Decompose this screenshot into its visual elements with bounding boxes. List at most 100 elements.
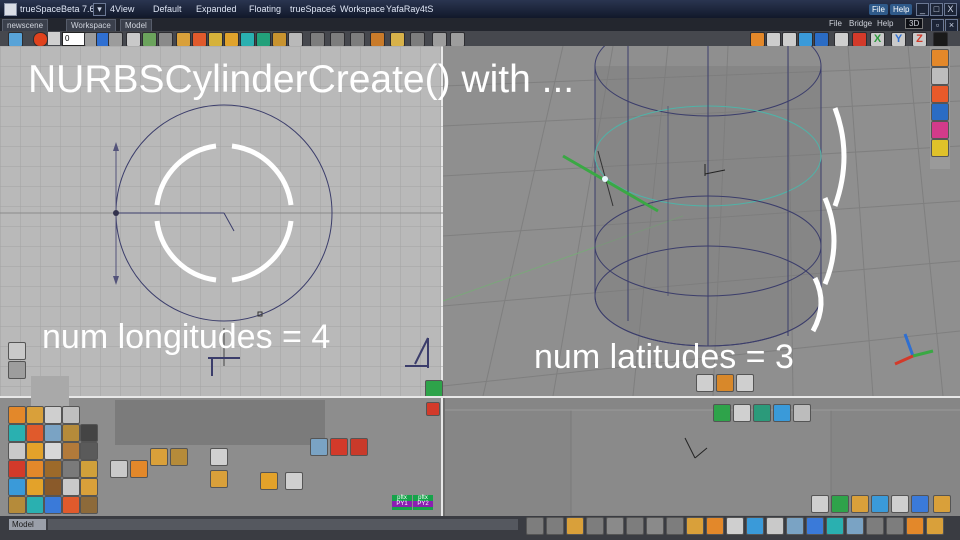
- dropdown-icon[interactable]: ▾: [93, 3, 106, 16]
- cam-icon[interactable]: [713, 404, 731, 422]
- snap-icon[interactable]: [410, 32, 425, 47]
- lib-icon[interactable]: [80, 460, 98, 478]
- brush-icon[interactable]: [142, 32, 157, 47]
- side-icon-1[interactable]: [8, 342, 26, 360]
- lib-object-icon[interactable]: [110, 460, 128, 478]
- strip-material-icon[interactable]: [931, 121, 949, 139]
- lib-icon[interactable]: [26, 460, 44, 478]
- axis-x-button[interactable]: X: [870, 32, 885, 47]
- frame-input[interactable]: 0: [62, 32, 86, 46]
- lib-object-icon[interactable]: [285, 472, 303, 490]
- cam-icon[interactable]: [773, 404, 791, 422]
- menu-bridge[interactable]: Bridge: [849, 19, 872, 28]
- bottom-tool-icon[interactable]: [766, 517, 784, 535]
- sphere-icon[interactable]: [240, 32, 255, 47]
- wand-icon[interactable]: [158, 32, 173, 47]
- bottom-tool-icon[interactable]: [626, 517, 644, 535]
- move-icon[interactable]: [310, 32, 325, 47]
- menu-help[interactable]: Help: [890, 4, 913, 15]
- lib-object-icon[interactable]: [210, 448, 228, 466]
- light-icon[interactable]: [852, 32, 867, 47]
- lib-object-icon[interactable]: [350, 438, 368, 456]
- lib-icon[interactable]: [26, 424, 44, 442]
- pyr-tag-2[interactable]: pftx PY2: [413, 495, 433, 510]
- layout-truespace6[interactable]: trueSpace6: [290, 4, 336, 14]
- side-icon-2[interactable]: [8, 361, 26, 379]
- pencil-icon[interactable]: [288, 32, 303, 47]
- expand-icon[interactable]: [933, 32, 948, 47]
- close-button[interactable]: X: [944, 3, 957, 16]
- list-icon[interactable]: [126, 32, 141, 47]
- menu-file[interactable]: File: [869, 4, 888, 15]
- menu-file-2[interactable]: File: [829, 19, 842, 28]
- layout-default[interactable]: Default: [153, 4, 182, 14]
- render-icon[interactable]: [798, 32, 813, 47]
- strip-color-icon[interactable]: [931, 139, 949, 157]
- cube-icon[interactable]: [814, 32, 829, 47]
- cam-icon[interactable]: [753, 404, 771, 422]
- bottom-tool-icon[interactable]: [706, 517, 724, 535]
- lib-icon[interactable]: [62, 496, 80, 514]
- lib-icon[interactable]: [8, 424, 26, 442]
- bottom-tool-icon[interactable]: [906, 517, 924, 535]
- viewport-bottom-icon[interactable]: [891, 495, 909, 513]
- lib-icon[interactable]: [8, 478, 26, 496]
- lib-object-icon[interactable]: [150, 448, 168, 466]
- material-icon[interactable]: [224, 32, 239, 47]
- step-forward-icon[interactable]: [108, 32, 123, 47]
- panel-close-icon[interactable]: [426, 402, 440, 416]
- scale-icon[interactable]: [350, 32, 365, 47]
- bottom-tool-icon[interactable]: [566, 517, 584, 535]
- lib-object-icon[interactable]: [260, 472, 278, 490]
- lib-icon[interactable]: [44, 478, 62, 496]
- object-icon[interactable]: [750, 32, 765, 47]
- lib-icon[interactable]: [44, 442, 62, 460]
- shape-icon[interactable]: [176, 32, 191, 47]
- lib-icon[interactable]: [44, 424, 62, 442]
- record-icon[interactable]: [33, 32, 48, 47]
- lib-object-icon[interactable]: [210, 470, 228, 488]
- bottom-tool-icon[interactable]: [606, 517, 624, 535]
- lib-icon[interactable]: [80, 424, 98, 442]
- texture-icon[interactable]: [208, 32, 223, 47]
- pyr-tag-1[interactable]: pftx PY1: [392, 495, 412, 510]
- undo-icon[interactable]: [432, 32, 447, 47]
- bottom-tool-icon[interactable]: [546, 517, 564, 535]
- bottom-tool-icon[interactable]: [686, 517, 704, 535]
- tool-icon[interactable]: [272, 32, 287, 47]
- lib-object-icon[interactable]: [130, 460, 148, 478]
- bottom-tool-icon[interactable]: [826, 517, 844, 535]
- rotate-icon[interactable]: [330, 32, 345, 47]
- lib-object-icon[interactable]: [310, 438, 328, 456]
- strip-object-icon[interactable]: [931, 49, 949, 67]
- lib-icon[interactable]: [44, 406, 62, 424]
- layout-yafaray[interactable]: YafaRay4tS: [386, 4, 433, 14]
- bottom-tool-icon[interactable]: [886, 517, 904, 535]
- grid-icon[interactable]: [8, 32, 23, 47]
- frame-spinner-icon[interactable]: [48, 32, 60, 45]
- bottom-tool-icon[interactable]: [586, 517, 604, 535]
- lib-icon[interactable]: [44, 496, 62, 514]
- strip-globe-icon[interactable]: [931, 103, 949, 121]
- bottom-tool-icon[interactable]: [786, 517, 804, 535]
- lib-icon[interactable]: [62, 424, 80, 442]
- cam-icon[interactable]: [793, 404, 811, 422]
- viewport-bottom-icon[interactable]: [933, 495, 951, 513]
- strip-sphere-icon[interactable]: [931, 67, 949, 85]
- lib-icon[interactable]: [44, 460, 62, 478]
- bottom-tool-icon[interactable]: [926, 517, 944, 535]
- bottom-tool-icon[interactable]: [746, 517, 764, 535]
- mode-3d[interactable]: 3D: [905, 18, 924, 29]
- lib-icon[interactable]: [62, 478, 80, 496]
- maximize-button[interactable]: □: [930, 3, 943, 16]
- lib-icon[interactable]: [80, 496, 98, 514]
- ball-icon[interactable]: [256, 32, 271, 47]
- secondary-viewport[interactable]: [445, 398, 960, 516]
- lib-icon[interactable]: [80, 442, 98, 460]
- layout-expanded[interactable]: Expanded: [196, 4, 237, 14]
- lib-icon[interactable]: [62, 442, 80, 460]
- redo-icon[interactable]: [450, 32, 465, 47]
- pivot-icon[interactable]: [390, 32, 405, 47]
- minimize-button[interactable]: _: [916, 3, 929, 16]
- bottom-tool-icon[interactable]: [726, 517, 744, 535]
